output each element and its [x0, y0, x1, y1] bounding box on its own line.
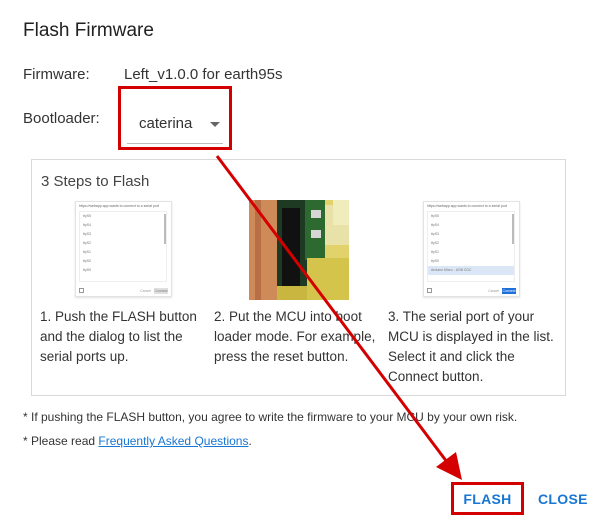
faq-link[interactable]: Frequently Asked Questions — [98, 434, 248, 448]
list-item: ttyS1 — [83, 250, 91, 254]
flash-button[interactable]: FLASH — [451, 482, 524, 515]
list-item: ttyS0 — [83, 259, 91, 263]
firmware-label: Firmware: — [23, 66, 90, 83]
risk-note: * If pushing the FLASH button, you agree… — [23, 410, 518, 424]
mini-port-list: ttyS5 ttyS4 ttyS3 ttyS2 ttyS1 ttyS0 ttyS… — [79, 211, 167, 282]
bootloader-label: Bootloader: — [23, 110, 100, 127]
step2-photo — [249, 200, 349, 300]
info-icon — [427, 288, 432, 293]
mini-connect-button: Connect — [154, 288, 168, 294]
mini-dialog-header: https://webapp.app wants to connect to a… — [427, 204, 507, 208]
mini-port-list: ttyS5 ttyS4 ttyS3 ttyS2 ttyS1 ttyS0 Ardu… — [427, 211, 515, 282]
list-item: ttyS5 — [83, 214, 91, 218]
info-icon — [79, 288, 84, 293]
mini-connect-button: Connect — [502, 288, 516, 294]
close-button[interactable]: CLOSE — [534, 486, 592, 511]
step1-caption: 1. Push the FLASH button and the dialog … — [40, 309, 197, 364]
dialog-title: Flash Firmware — [23, 20, 154, 41]
list-item: ttyS2 — [431, 241, 439, 245]
list-item: ttyS5 — [431, 214, 439, 218]
faq-prefix: * Please read — [23, 434, 99, 448]
bootloader-highlight-box: caterina — [118, 86, 232, 150]
faq-note: * Please read Frequently Asked Questions… — [23, 434, 252, 448]
list-item: ttyS0 — [431, 259, 439, 263]
caret-down-icon — [210, 122, 220, 127]
list-item: ttyS4 — [431, 223, 439, 227]
arrow-head — [436, 452, 462, 480]
list-item: ttyS3 — [431, 232, 439, 236]
mini-scrollbar — [512, 214, 514, 244]
bootloader-select[interactable]: caterina — [127, 93, 223, 144]
list-item: ttyS4 — [83, 223, 91, 227]
mini-dialog-header: https://webapp.app wants to connect to a… — [79, 204, 159, 208]
list-item-selected: Arduino Micro - USB CDC — [428, 266, 514, 275]
step3-caption: 3. The serial port of your MCU is displa… — [388, 309, 554, 384]
step1-image: https://webapp.app wants to connect to a… — [75, 201, 172, 297]
list-item: ttyS2 — [83, 241, 91, 245]
step3-image: https://webapp.app wants to connect to a… — [423, 201, 520, 297]
steps-heading: 3 Steps to Flash — [41, 173, 150, 190]
step2-caption: 2. Put the MCU into boot loader mode. Fo… — [214, 309, 376, 364]
mini-scrollbar — [164, 214, 166, 244]
bootloader-selected-value: caterina — [139, 115, 193, 132]
mini-cancel-button: Cancel — [140, 289, 151, 293]
faq-suffix: . — [248, 434, 252, 448]
list-item: ttyS3 — [83, 232, 91, 236]
mini-cancel-button: Cancel — [488, 289, 499, 293]
mcu-board-photo — [249, 200, 349, 300]
firmware-value: Left_v1.0.0 for earth95s — [124, 66, 283, 83]
list-item: ttyS9 — [83, 268, 91, 272]
list-item: ttyS1 — [431, 250, 439, 254]
